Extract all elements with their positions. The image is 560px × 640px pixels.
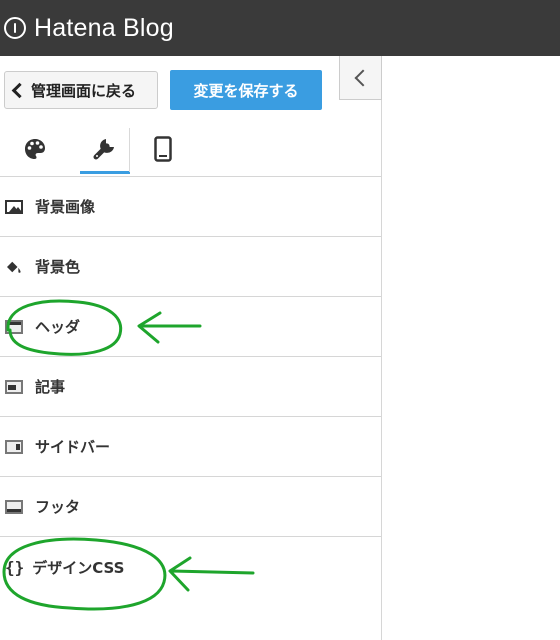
menu-item-label: 背景画像: [35, 198, 96, 216]
menu-item-background-image[interactable]: 背景画像: [0, 177, 382, 237]
chevron-left-icon: [11, 82, 28, 98]
collapse-sidebar-button[interactable]: [339, 56, 382, 100]
menu-item-article[interactable]: 記事: [0, 357, 382, 417]
hatena-logo-icon: [4, 17, 26, 39]
menu-item-label: 記事: [35, 378, 66, 396]
top-bar: Hatena Blog: [0, 0, 560, 56]
customize-sidebar: 管理画面に戻る 変更を保存する 背景画像 背景色 ヘッダ 記事 サイドバー フッ…: [0, 56, 382, 640]
tab-design[interactable]: [10, 124, 60, 174]
menu-item-label: 背景色: [35, 258, 81, 276]
customize-menu: 背景画像 背景色 ヘッダ 記事 サイドバー フッタ {} デザインCSS: [0, 177, 382, 597]
braces-icon: {}: [5, 557, 25, 577]
menu-item-label: デザインCSS: [32, 558, 125, 577]
menu-item-footer[interactable]: フッタ: [0, 477, 382, 537]
paint-bucket-icon: [7, 261, 21, 273]
tab-customize[interactable]: [80, 124, 130, 174]
tab-divider: [129, 128, 130, 172]
preview-area: [382, 56, 560, 640]
brand-name: Hatena Blog: [34, 13, 174, 42]
tab-smartphone[interactable]: [138, 124, 188, 174]
menu-item-header[interactable]: ヘッダ: [0, 297, 382, 357]
palette-icon: [25, 139, 45, 159]
menu-item-label: フッタ: [35, 498, 81, 516]
back-to-admin-button[interactable]: 管理画面に戻る: [4, 71, 158, 109]
brand[interactable]: Hatena Blog: [4, 0, 174, 56]
menu-item-background-color[interactable]: 背景色: [0, 237, 382, 297]
layout-footer-icon: [5, 499, 23, 514]
layout-sidebar-icon: [5, 439, 23, 454]
image-icon: [5, 199, 23, 214]
wrench-icon: [93, 138, 114, 159]
back-button-label: 管理画面に戻る: [31, 81, 137, 100]
layout-header-icon: [5, 319, 23, 334]
menu-item-design-css[interactable]: {} デザインCSS: [0, 537, 382, 597]
smartphone-icon: [154, 136, 172, 162]
chevron-left-icon: [354, 69, 371, 86]
menu-item-label: サイドバー: [35, 438, 111, 456]
save-changes-button[interactable]: 変更を保存する: [170, 70, 322, 110]
menu-item-label: ヘッダ: [35, 318, 81, 336]
menu-item-sidebar[interactable]: サイドバー: [0, 417, 382, 477]
layout-article-icon: [5, 379, 23, 394]
